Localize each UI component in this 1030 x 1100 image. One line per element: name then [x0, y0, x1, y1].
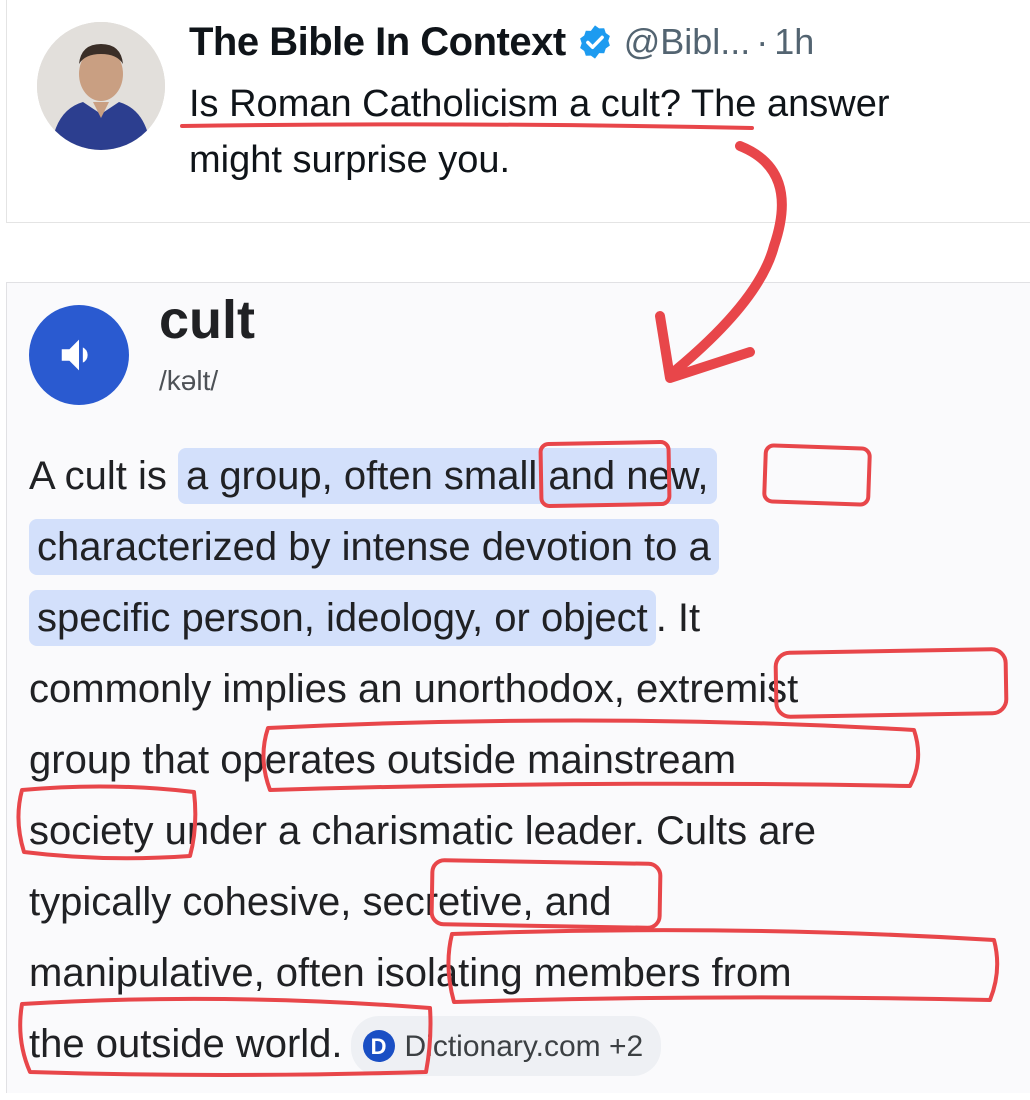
pronunciation-audio-button[interactable]: [29, 305, 129, 405]
definition-line: commonly implies an unorthodox, extremis…: [29, 667, 799, 711]
verified-badge-icon: [579, 25, 610, 59]
pronunciation: /kəlt/: [159, 365, 219, 396]
definition-highlight: specific person, ideology, or object: [29, 590, 656, 646]
dictionary-com-logo-icon: D: [362, 1030, 395, 1063]
author-name[interactable]: The Bible In Context: [189, 20, 566, 65]
definition-line: specific person, ideology, or object. It: [29, 583, 1019, 654]
definition-line: characterized by intense devotion to a: [29, 512, 1019, 583]
avatar[interactable]: [37, 22, 165, 150]
tweet-text-line: Is Roman Catholicism a cult? The answer: [189, 83, 890, 125]
speaker-icon: [61, 339, 88, 371]
tweet-text: Is Roman Catholicism a cult? The answer …: [189, 76, 1019, 188]
separator-dot: ·: [756, 21, 769, 62]
avatar-photo: [37, 22, 165, 150]
definition-text: A cult is a group, often small and new, …: [29, 441, 1019, 1080]
definition-line: group that operates outside mainstream: [29, 738, 737, 782]
dictionary-card: cult /kəlt/ A cult is a group, often sma…: [6, 282, 1030, 1093]
source-label: Dictionary.com +2: [404, 1029, 644, 1063]
tweet-header: The Bible In Context @Bibl... · 1h: [189, 14, 814, 70]
definition-highlight: characterized by intense devotion to a: [29, 519, 719, 575]
source-chip[interactable]: D Dictionary.com +2: [350, 1016, 662, 1077]
headword: cult: [159, 290, 256, 350]
definition-line: manipulative, often isolating members fr…: [29, 951, 792, 995]
definition-plain: . It: [655, 596, 701, 640]
definition-line: the outside world. D Dictionary.com +2: [29, 1009, 1019, 1080]
definition-line: society under a charismatic leader. Cult…: [29, 809, 817, 853]
definition-plain: the outside world.: [29, 1022, 343, 1066]
definition-line: typically cohesive, secretive, and: [29, 880, 612, 924]
definition-highlight: a group, often small and new,: [177, 448, 717, 504]
tweet-card[interactable]: The Bible In Context @Bibl... · 1h Is Ro…: [6, 0, 1030, 223]
definition-plain: A cult is: [29, 454, 178, 498]
tweet-time[interactable]: 1h: [774, 21, 814, 63]
tweet-text-line: might surprise you.: [189, 139, 511, 181]
author-handle[interactable]: @Bibl...: [624, 21, 751, 63]
definition-line: A cult is a group, often small and new,: [29, 441, 1019, 512]
